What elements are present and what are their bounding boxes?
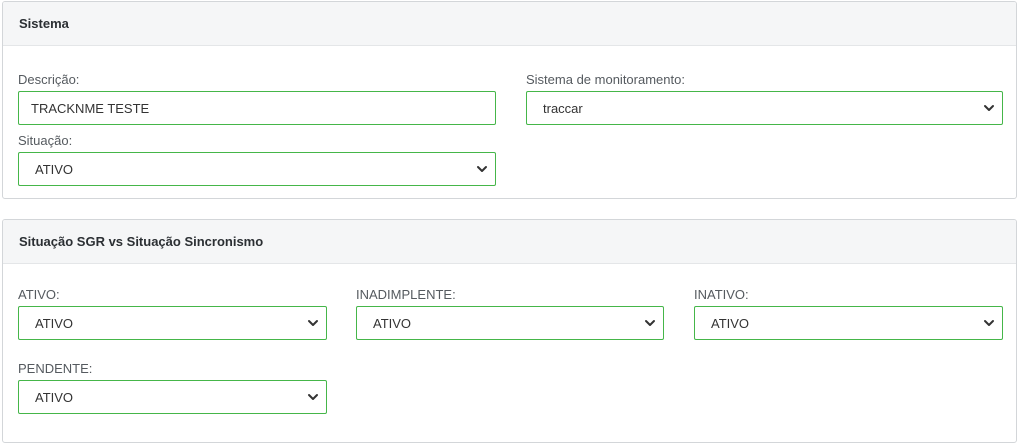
- inadimplente-value: ATIVO: [373, 315, 412, 331]
- sistema-monitoramento-select[interactable]: traccar: [526, 91, 1003, 125]
- sgr-card-title: Situação SGR vs Situação Sincronismo: [3, 220, 1016, 264]
- chevron-down-icon: [306, 390, 320, 404]
- inadimplente-label: INADIMPLENTE:: [356, 287, 456, 302]
- chevron-down-icon: [982, 316, 996, 330]
- sistema-monitoramento-label: Sistema de monitoramento:: [526, 72, 685, 87]
- descricao-input-value: TRACKNME TESTE: [31, 100, 150, 116]
- sistema-card: Sistema Descrição: TRACKNME TESTE Sistem…: [2, 1, 1017, 199]
- descricao-label: Descrição:: [18, 72, 80, 87]
- situacao-label: Situação:: [18, 133, 73, 148]
- inativo-field-group: INATIVO: ATIVO: [694, 287, 1003, 340]
- pendente-select[interactable]: ATIVO: [18, 380, 327, 414]
- sistema-card-title: Sistema: [3, 2, 1016, 46]
- situacao-select[interactable]: ATIVO: [18, 152, 496, 186]
- chevron-down-icon: [643, 316, 657, 330]
- sgr-sincronismo-card: Situação SGR vs Situação Sincronismo ATI…: [2, 219, 1017, 443]
- ativo-field-group: ATIVO: ATIVO: [18, 287, 327, 340]
- situacao-value: ATIVO: [35, 161, 74, 177]
- inadimplente-field-group: INADIMPLENTE: ATIVO: [356, 287, 664, 340]
- chevron-down-icon: [982, 101, 996, 115]
- inativo-value: ATIVO: [711, 315, 750, 331]
- chevron-down-icon: [306, 316, 320, 330]
- descricao-input[interactable]: TRACKNME TESTE: [18, 91, 496, 125]
- sistema-monitoramento-field-group: Sistema de monitoramento: traccar: [526, 72, 1003, 125]
- inativo-select[interactable]: ATIVO: [694, 306, 1003, 340]
- ativo-select[interactable]: ATIVO: [18, 306, 327, 340]
- chevron-down-icon: [475, 162, 489, 176]
- ativo-value: ATIVO: [35, 315, 74, 331]
- descricao-field-group: Descrição: TRACKNME TESTE: [18, 72, 496, 125]
- ativo-label: ATIVO:: [18, 287, 60, 302]
- situacao-field-group: Situação: ATIVO: [18, 133, 496, 186]
- sistema-monitoramento-value: traccar: [543, 100, 583, 116]
- pendente-label: PENDENTE:: [18, 361, 93, 376]
- inativo-label: INATIVO:: [694, 287, 749, 302]
- pendente-value: ATIVO: [35, 389, 74, 405]
- inadimplente-select[interactable]: ATIVO: [356, 306, 664, 340]
- pendente-field-group: PENDENTE: ATIVO: [18, 361, 327, 414]
